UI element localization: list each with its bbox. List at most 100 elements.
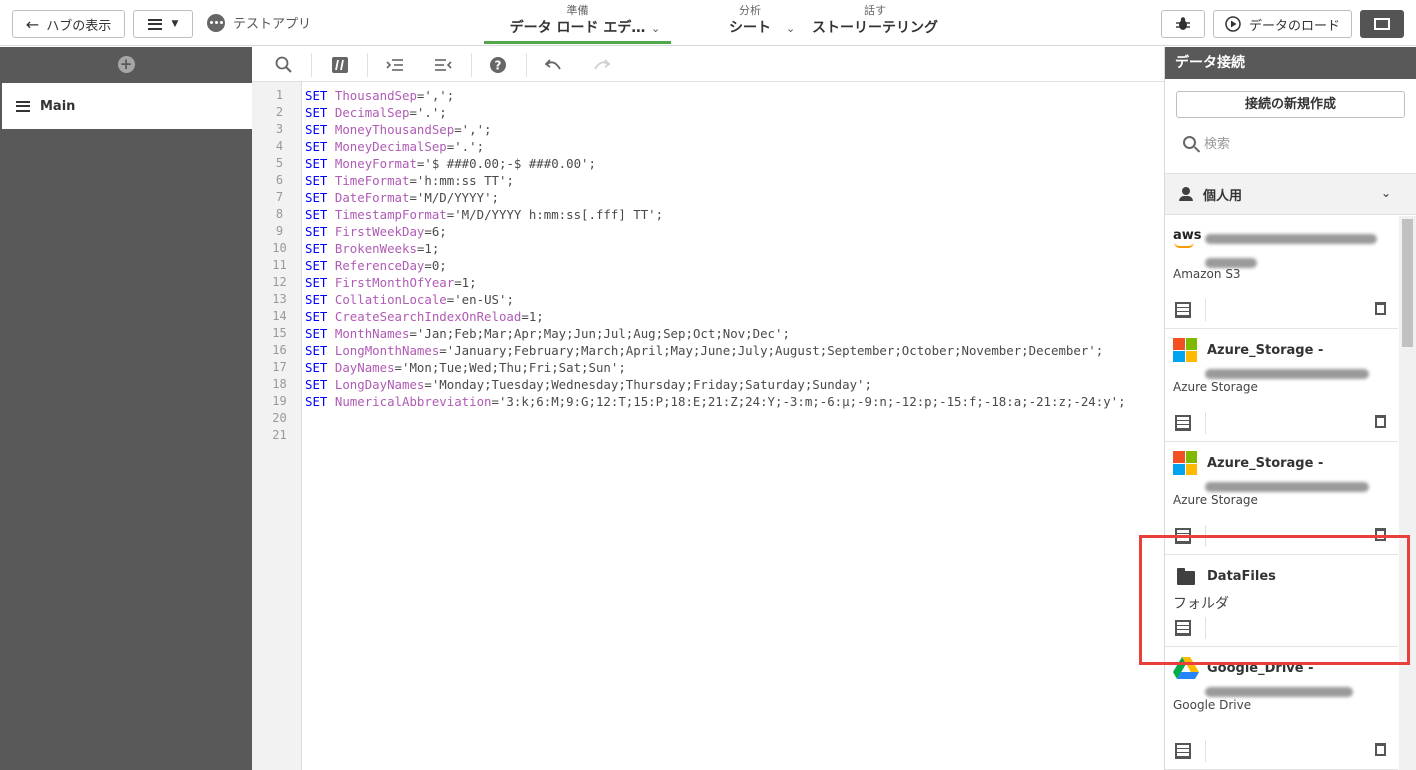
global-menu-button[interactable]: ▼ [133,10,193,38]
tab-narrate[interactable]: 話す ストーリーテリング [805,4,945,44]
chevron-down-icon[interactable]: ⌄ [786,22,795,35]
line-number: 15 [272,326,287,340]
code-value: ='$ ###0.00;-$ ###0.00'; [416,156,596,171]
code-variable: CollationLocale [334,292,447,307]
delete-icon[interactable] [1375,415,1386,428]
arrow-left-icon: ← [25,14,40,34]
scrollbar-thumb[interactable] [1402,219,1413,347]
connection-card[interactable]: aws Amazon S3 [1165,216,1398,329]
connection-search[interactable]: 検索 [1183,133,1230,152]
debug-button[interactable] [1161,10,1205,38]
svg-text:?: ? [495,59,502,73]
code-value: ='Jan;Feb;Mar;Apr;May;Jun;Jul;Aug;Sep;Oc… [409,326,790,341]
line-number: 6 [275,173,284,187]
create-connection-button[interactable]: 接続の新規作成 [1176,91,1405,118]
section-item-main[interactable]: Main [2,83,252,129]
help-icon[interactable]: ? [488,55,508,75]
chevron-down-icon[interactable]: ⌄ [1381,186,1391,200]
line-number: 4 [275,139,284,153]
line-number-gutter: 1 2 3 4 5 6 7 8 9 10 11 12 13 14 15 16 17 18 19 20 21 [252,82,302,770]
code-variable: MoneyFormat [334,156,417,171]
sections-panel: + Main [0,47,252,770]
code-line: SET FirstMonthOfYear=1; [305,274,1163,291]
comment-icon[interactable] [330,55,350,75]
connection-card[interactable]: DataFiles フォルダ [1165,555,1398,647]
connection-card[interactable]: Azure_Storage - Azure Storage [1165,329,1398,442]
undo-icon[interactable] [543,55,563,75]
toolbar-divider [526,53,527,77]
code-line: SET FirstWeekDay=6; [305,223,1163,240]
select-data-icon[interactable] [1175,620,1191,636]
connection-name: DataFiles [1207,569,1276,584]
connection-actions [1165,409,1398,439]
select-data-icon[interactable] [1175,528,1191,544]
space-personal[interactable]: 個人用 ⌄ [1165,173,1416,215]
redo-icon[interactable] [592,55,612,75]
code-keyword: SET [305,360,328,375]
connection-type: Amazon S3 [1173,267,1241,281]
code-line: SET LongDayNames='Monday;Tuesday;Wednesd… [305,376,1163,393]
tab-prepare[interactable]: 準備 データ ロード エデ… [484,4,671,44]
drag-handle-icon[interactable] [16,100,30,112]
code-keyword: SET [305,173,328,188]
code-line: SET DecimalSep='.'; [305,104,1163,121]
redacted-text [1205,687,1353,697]
code-variable: NumericalAbbreviation [334,394,492,409]
section-item-label: Main [40,98,76,114]
line-number: 18 [272,377,287,391]
line-number: 1 [275,88,284,102]
tab-prepare-label: データ ロード エデ… [509,20,646,36]
chevron-down-icon[interactable]: ⌄ [651,22,660,35]
line-number: 16 [272,343,287,357]
code-value: ='.'; [446,139,485,154]
space-label: 個人用 [1203,188,1243,204]
line-number: 13 [272,292,287,306]
redacted-text [1205,482,1369,492]
outdent-icon[interactable] [433,55,453,75]
line-number: 14 [272,309,287,323]
connection-type: Azure Storage [1173,493,1258,507]
add-section-icon[interactable]: + [117,55,135,73]
hamburger-icon [147,18,162,30]
code-keyword: SET [305,377,328,392]
code-line: SET DateFormat='M/D/YYYY'; [305,189,1163,206]
delete-icon[interactable] [1375,302,1386,315]
select-data-icon[interactable] [1175,302,1191,318]
code-value: ='January;February;March;April;May;June;… [439,343,1104,358]
code-value: =1; [454,275,477,290]
scrollbar[interactable] [1399,216,1416,770]
line-number: 20 [272,411,287,425]
code-line: SET DayNames='Mon;Tue;Wed;Thu;Fri;Sat;Su… [305,359,1163,376]
line-number: 9 [275,224,284,238]
code-line: SET NumericalAbbreviation='3:k;6:M;9:G;1… [305,393,1163,410]
connection-actions [1165,296,1398,326]
connection-card[interactable]: Google_Drive - Google Drive [1165,647,1398,770]
line-number: 12 [272,275,287,289]
code-line: SET BrokenWeeks=1; [305,240,1163,257]
code-keyword: SET [305,190,328,205]
line-number: 19 [272,394,287,408]
code-keyword: SET [305,309,328,324]
actions-divider [1205,412,1206,434]
code-value: =6; [424,224,447,239]
code-variable: CreateSearchIndexOnReload [334,309,522,324]
code-variable: TimeFormat [334,173,410,188]
delete-icon[interactable] [1375,743,1386,756]
indent-icon[interactable] [385,55,405,75]
code-variable: BrokenWeeks [334,241,417,256]
code-variable: MoneyDecimalSep [334,139,447,154]
sections-header: + [0,47,252,81]
delete-icon[interactable] [1375,528,1386,541]
script-editor[interactable]: SET ThousandSep=','; SET DecimalSep='.'; S… [305,87,1163,444]
toolbar-divider [471,53,472,77]
connection-card[interactable]: Azure_Storage - Azure Storage [1165,442,1398,555]
select-data-icon[interactable] [1175,415,1191,431]
load-data-button[interactable]: データのロード [1213,10,1352,38]
hub-button[interactable]: ← ハブの表示 [12,10,125,38]
toggle-panel-button[interactable] [1360,10,1404,38]
app-more-icon [207,13,225,32]
line-number: 2 [275,105,284,119]
select-data-icon[interactable] [1175,743,1191,759]
connection-type: Azure Storage [1173,380,1258,394]
search-icon[interactable] [274,55,294,75]
